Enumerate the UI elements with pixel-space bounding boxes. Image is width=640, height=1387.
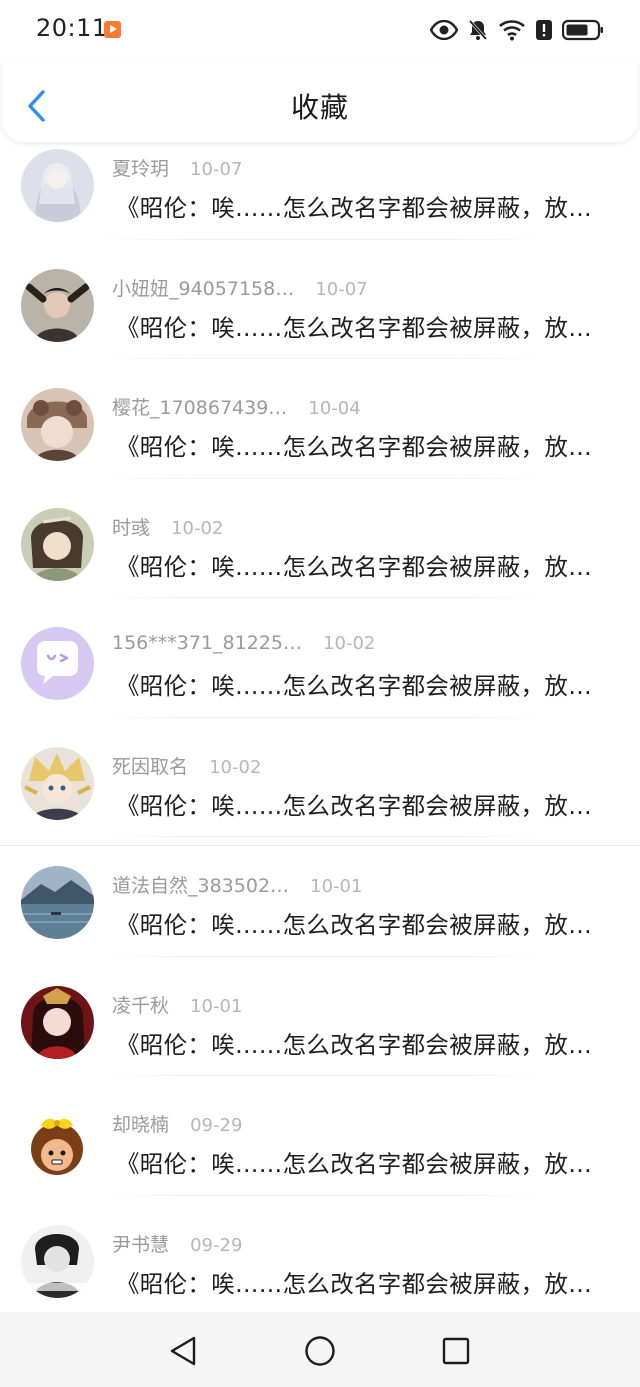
username: 156***371_81225… [112,632,302,654]
avatar[interactable] [21,627,94,700]
username: 凌千秋 [112,994,170,1017]
preview-text: 《昭伦：唉……怎么改名字都会被屏蔽，放… [116,552,592,581]
header: 收藏 [2,60,638,142]
username: 小妞妞_94057158… [112,277,295,300]
avatar[interactable] [21,268,94,342]
avatar[interactable] [21,388,94,461]
preview-text: 《昭伦：唉……怎么改名字都会被屏蔽，放… [116,791,592,820]
alert-icon [536,20,552,40]
bell-muted-icon [468,20,488,40]
nav-recents-icon[interactable] [439,1334,473,1368]
preview-text: 《昭伦：唉……怎么改名字都会被屏蔽，放… [116,1269,592,1298]
username: 却晓楠 [112,1114,170,1136]
avatar[interactable] [21,1105,94,1178]
battery-icon [562,19,603,41]
list-item[interactable]: 却晓楠 09-29 《昭伦：唉……怎么改名字都会被屏蔽，放… [0,1076,640,1196]
date: 10-07 [190,159,243,180]
status-bar: 20:11 [0,0,640,60]
preview-text: 《昭伦：唉……怎么改名字都会被屏蔽，放… [116,672,592,700]
preview-text: 《昭伦：唉……怎么改名字都会被屏蔽，放… [116,194,592,222]
date: 10-01 [190,995,243,1017]
avatar[interactable] [21,746,94,820]
username: 死因取名 [112,755,189,778]
nav-back-icon[interactable] [166,1334,200,1368]
list-item[interactable]: 夏玲玥 10-07 《昭伦：唉……怎么改名字都会被屏蔽，放… [0,142,640,240]
item-meta: 道法自然_383502… 10-01 [112,871,362,897]
username: 夏玲玥 [112,158,170,180]
avatar[interactable] [21,866,94,939]
preview-text: 《昭伦：唉……怎么改名字都会被屏蔽，放… [116,1150,592,1178]
avatar[interactable] [21,149,94,222]
list-item[interactable]: 樱花_170867439… 10-04 《昭伦：唉……怎么改名字都会被屏蔽，放… [0,359,640,479]
video-app-icon [104,21,121,38]
preview-text: 《昭伦：唉……怎么改名字都会被屏蔽，放… [116,433,592,461]
status-time: 20:11 [36,14,108,42]
nav-home-icon[interactable] [303,1334,337,1368]
date: 10-02 [209,756,262,778]
list-item[interactable]: 尹书慧 09-29 《昭伦：唉……怎么改名字都会被屏蔽，放… [0,1196,640,1313]
item-meta: 156***371_81225… 10-02 [112,632,375,658]
item-meta: 时彧 10-02 [112,513,223,539]
item-meta: 尹书慧 09-29 [112,1230,242,1256]
list-item[interactable]: 156***371_81225… 10-02 《昭伦：唉……怎么改名字都会被屏蔽… [0,598,640,718]
screen: 20:11 收藏 夏玲玥 10-07 《昭伦：唉……怎么改名字都会被屏蔽，放… … [0,0,640,1387]
list-item[interactable]: 死因取名 10-02 《昭伦：唉……怎么改名字都会被屏蔽，放… [0,718,640,837]
favorites-list[interactable]: 夏玲玥 10-07 《昭伦：唉……怎么改名字都会被屏蔽，放… 小妞妞_94057… [0,142,640,1312]
username: 道法自然_383502… [112,875,290,897]
username: 时彧 [112,516,151,539]
date: 10-01 [310,876,363,897]
avatar[interactable] [21,985,94,1059]
preview-text: 《昭伦：唉……怎么改名字都会被屏蔽，放… [116,911,592,939]
date: 10-07 [315,278,368,300]
status-icons [430,16,604,44]
list-item[interactable]: 凌千秋 10-01 《昭伦：唉……怎么改名字都会被屏蔽，放… [0,957,640,1076]
page-title: 收藏 [290,91,349,124]
username: 樱花_170867439… [112,397,288,419]
preview-text: 《昭伦：唉……怎么改名字都会被屏蔽，放… [116,313,592,342]
date: 09-29 [190,1115,243,1136]
date: 09-29 [190,1234,243,1256]
item-meta: 却晓楠 09-29 [112,1110,242,1136]
item-meta: 夏玲玥 10-07 [112,154,242,180]
username: 尹书慧 [112,1233,170,1256]
section-divider [0,845,640,846]
preview-text: 《昭伦：唉……怎么改名字都会被屏蔽，放… [116,1030,592,1059]
item-meta: 凌千秋 10-01 [112,991,242,1017]
item-meta: 死因取名 10-02 [112,752,261,778]
date: 10-02 [171,517,224,539]
avatar[interactable] [21,507,94,581]
eye-icon [430,20,458,40]
wifi-icon [499,20,525,41]
item-meta: 樱花_170867439… 10-04 [112,393,361,419]
navigation-bar [0,1312,640,1387]
date: 10-04 [308,398,361,419]
avatar[interactable] [21,1224,94,1298]
item-meta: 小妞妞_94057158… 10-07 [112,274,368,300]
date: 10-02 [323,633,376,654]
list-item[interactable]: 道法自然_383502… 10-01 《昭伦：唉……怎么改名字都会被屏蔽，放… [0,837,640,957]
list-item[interactable]: 时彧 10-02 《昭伦：唉……怎么改名字都会被屏蔽，放… [0,479,640,598]
list-item[interactable]: 小妞妞_94057158… 10-07 《昭伦：唉……怎么改名字都会被屏蔽，放… [0,240,640,359]
